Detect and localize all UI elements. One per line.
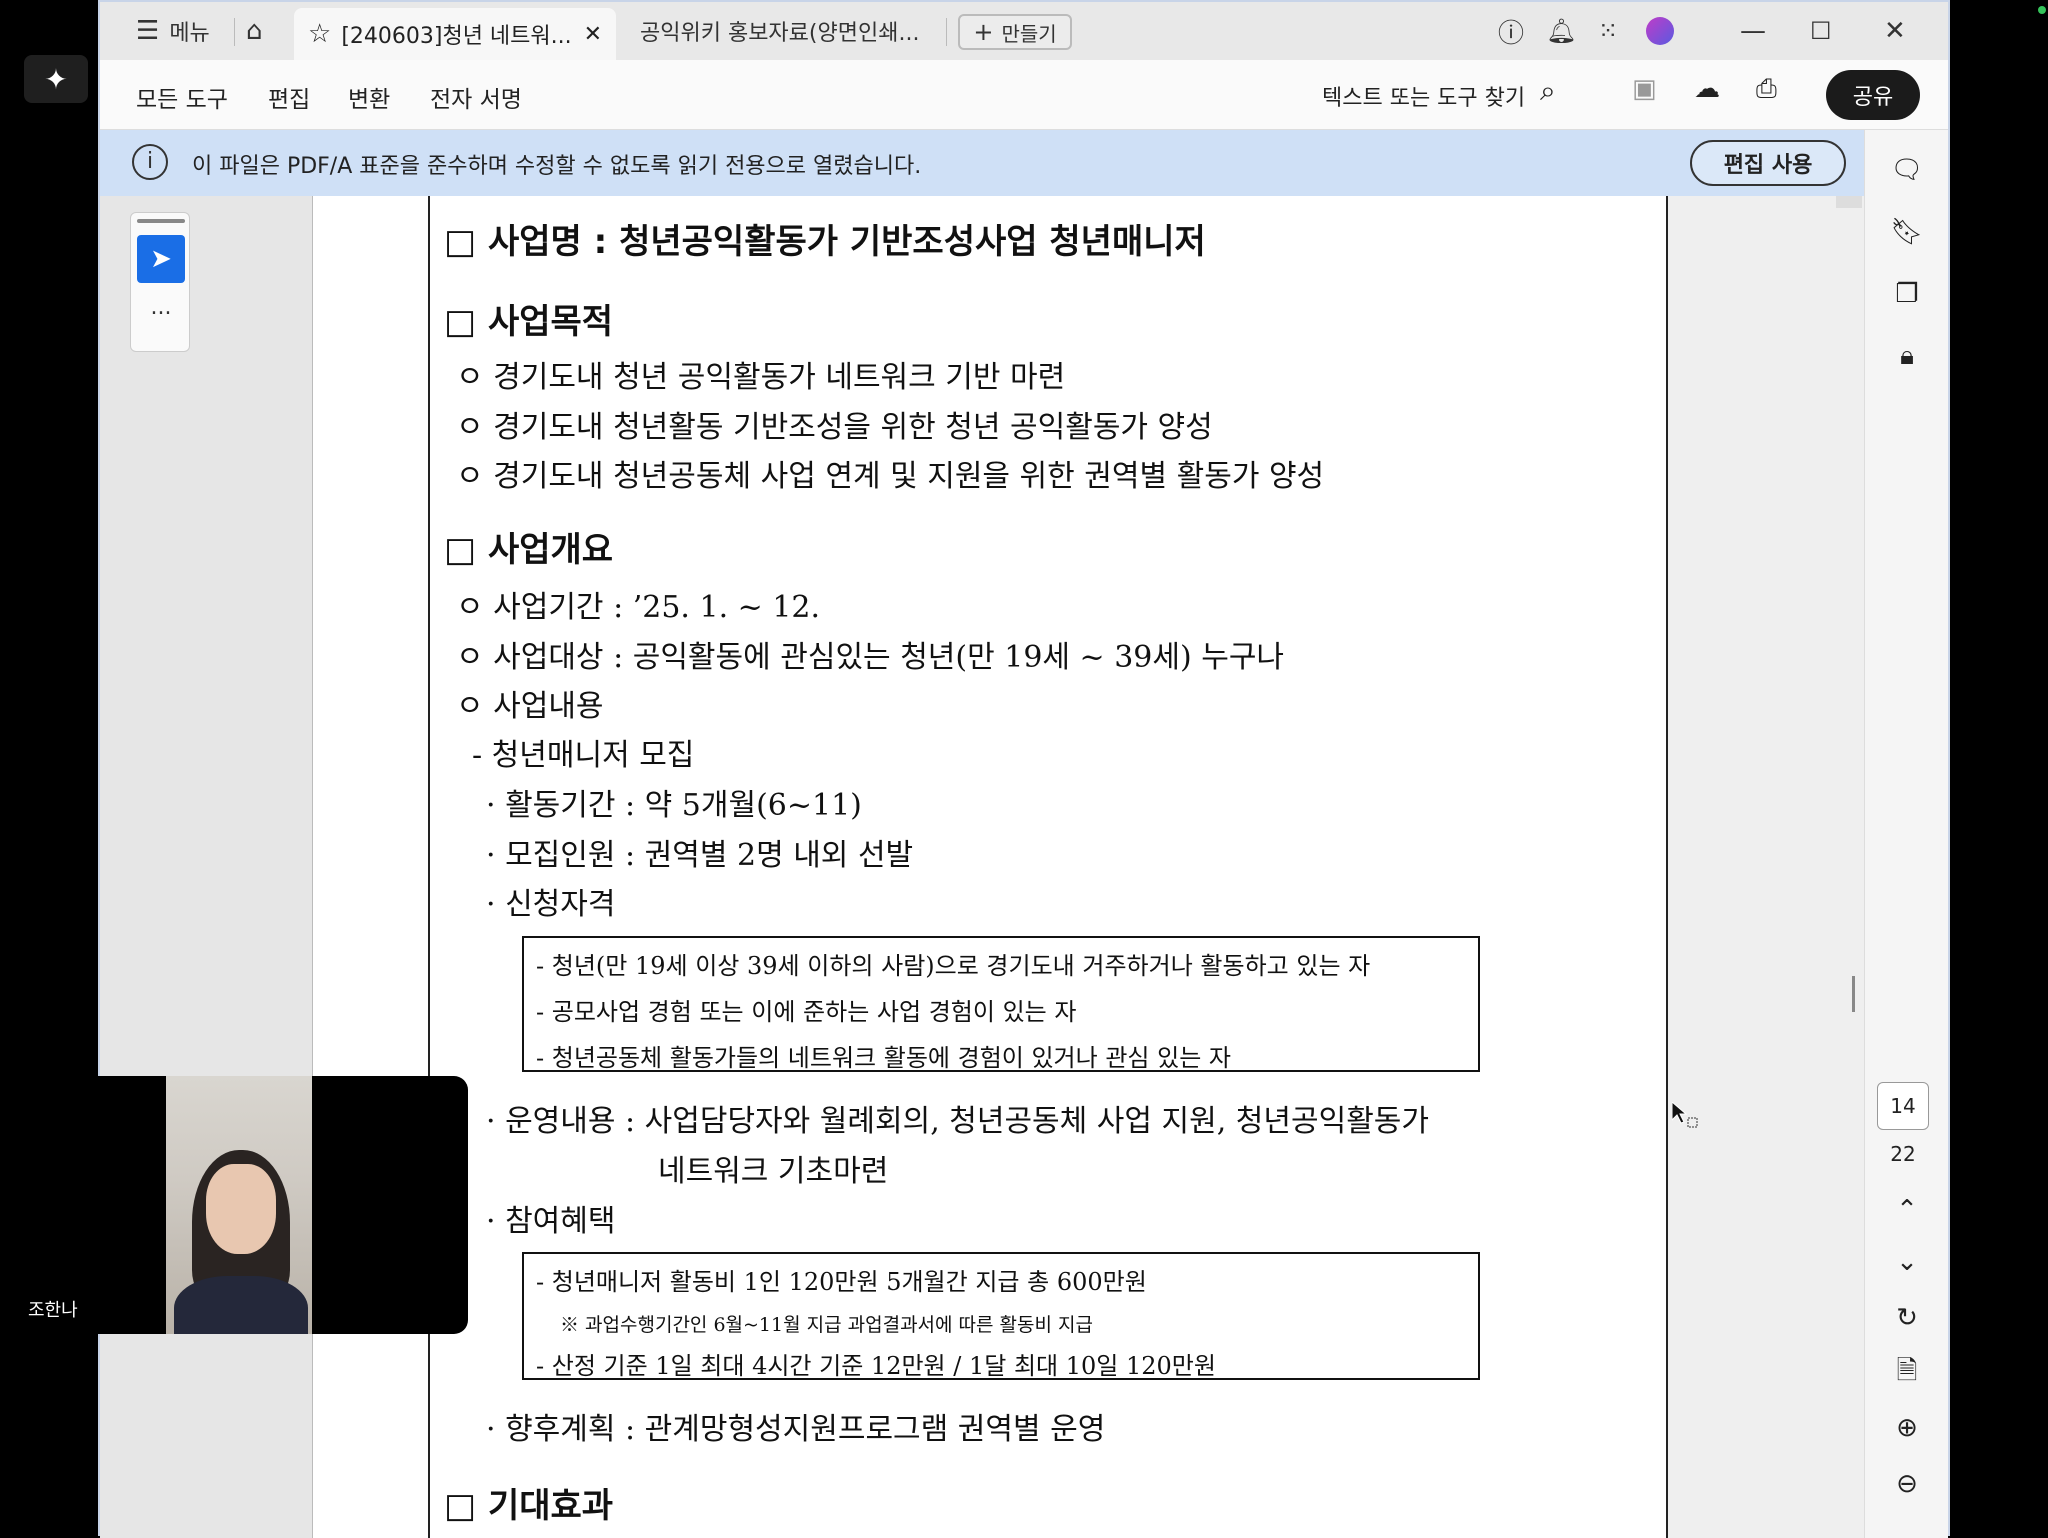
doc-text: · 참여혜택 — [486, 1204, 616, 1239]
doc-note: ※ 과업수행기간인 6월~11월 지급 과업결과서에 따른 활동비 지급 — [560, 1314, 1093, 1336]
info-message: 이 파일은 PDF/A 표준을 준수하며 수정할 수 없도록 읽기 전용으로 열… — [192, 154, 922, 179]
current-page-input[interactable]: 14 — [1877, 1082, 1929, 1130]
hamburger-icon: ☰ — [136, 16, 160, 46]
doc-text: · 신청자격 — [486, 887, 616, 922]
bookmark-icon[interactable]: 🔖︎ — [1889, 214, 1925, 250]
doc-text: ㅇ 경기도내 청년 공익활동가 네트워크 기반 마련 — [456, 360, 1066, 395]
scrollbar-cap[interactable] — [1836, 196, 1862, 208]
apps-grid-icon[interactable]: ⁙ — [1598, 2, 1618, 60]
participant-video — [166, 1076, 312, 1334]
doc-text: - 청년매니저 활동비 1인 120만원 5개월간 지급 총 600만원 — [536, 1268, 1147, 1296]
refresh-icon[interactable]: ↻ — [1889, 1300, 1925, 1336]
zoom-in-icon[interactable]: ⊕ — [1889, 1410, 1925, 1446]
doc-text: · 모집인원 : 권역별 2명 내외 선발 — [486, 838, 914, 873]
tab-title: 공익위키 홍보자료(양면인쇄... — [640, 21, 920, 46]
benefits-box: - 청년매니저 활동비 1인 120만원 5개월간 지급 총 600만원 ※ 과… — [522, 1252, 1480, 1380]
main-toolbar: 모든 도구 편집 변환 전자 서명 텍스트 또는 도구 찾기 ⌕ ▣ ☁ ⎙ 공… — [100, 60, 1948, 130]
right-rail: 🗨︎ 🔖︎ ❐ 🔒︎ 14 22 ⌃ ⌄ ↻ 🗎︎ ⊕ ⊖ — [1864, 130, 1948, 1538]
doc-text: ㅇ 사업기간 : ’25. 1. ~ 12. — [456, 590, 821, 625]
tab-bar: ☰ 메뉴 ⌂ ☆ [240603]청년 네트워... ✕ 공익위키 홍보자료(양… — [100, 2, 1948, 60]
plus-icon: + — [973, 18, 994, 46]
upload-cloud-icon[interactable]: ☁ — [1694, 74, 1720, 104]
scrollbar-thumb[interactable] — [1852, 976, 1855, 1012]
page-fit-icon[interactable]: 🗎︎ — [1889, 1356, 1925, 1392]
status-dot — [2038, 6, 2046, 14]
document-area: ➤ ... □ 사업명 : 청년공익활동가 기반조성사업 청년매니저 □ 사업목… — [100, 196, 1864, 1538]
video-participant-tile[interactable] — [98, 1076, 468, 1334]
doc-text: · 향후계획 : 관계망형성지원프로그램 권역별 운영 — [486, 1412, 1106, 1447]
drag-handle[interactable] — [137, 219, 185, 223]
readonly-info-bar: i 이 파일은 PDF/A 표준을 준수하며 수정할 수 없도록 읽기 전용으로… — [100, 130, 1864, 196]
bell-icon[interactable]: 🔔︎ — [1546, 2, 1576, 60]
doc-text: ㅇ 경기도내 청년활동 기반조성을 위한 청년 공익활동가 양성 — [456, 410, 1213, 445]
select-cursor-icon[interactable]: ➤ — [137, 235, 185, 283]
close-tab-icon[interactable]: ✕ — [584, 22, 602, 47]
close-window-icon[interactable]: ✕ — [1884, 2, 1906, 60]
doc-heading-business-name: □ 사업명 : 청년공익활동가 기반조성사업 청년매니저 — [444, 222, 1206, 262]
pdf-page: □ 사업명 : 청년공익활동가 기반조성사업 청년매니저 □ 사업목적 ㅇ 경기… — [428, 196, 1668, 1538]
star-icon[interactable]: ☆ — [308, 19, 331, 49]
menu-convert[interactable]: 변환 — [348, 80, 390, 114]
menu-edit[interactable]: 편집 — [268, 80, 310, 114]
doc-text: - 산정 기준 1일 최대 4시간 기준 12만원 / 1달 최대 10일 12… — [536, 1352, 1216, 1380]
right-black-margin — [1950, 0, 2048, 1536]
minimize-icon[interactable]: — — [1740, 2, 1766, 60]
more-tools-icon[interactable]: ... — [131, 295, 191, 320]
help-icon[interactable]: ⓘ — [1498, 2, 1524, 60]
menu-all-tools[interactable]: 모든 도구 — [136, 80, 228, 114]
maximize-icon[interactable]: ☐ — [1810, 2, 1832, 60]
chevron-up-icon[interactable]: ⌃ — [1889, 1192, 1925, 1228]
find-text-or-tools[interactable]: 텍스트 또는 도구 찾기 — [1322, 80, 1525, 112]
mouse-cursor-icon — [1672, 1102, 1698, 1128]
doc-heading-expected-effects: □ 기대효과 — [444, 1486, 614, 1526]
eligibility-box: - 청년(만 19세 이상 39세 이하의 사람)으로 경기도내 거주하거나 활… — [522, 936, 1480, 1072]
protect-icon[interactable]: 🔒︎ — [1889, 338, 1925, 374]
total-pages: 22 — [1890, 1142, 1916, 1166]
home-icon[interactable]: ⌂ — [246, 2, 263, 60]
chevron-down-icon[interactable]: ⌄ — [1889, 1244, 1925, 1280]
doc-text: · 활동기간 : 약 5개월(6~11) — [486, 788, 862, 823]
menu-button[interactable]: ☰ 메뉴 — [136, 2, 210, 60]
doc-text: ㅇ 경기도내 청년공동체 사업 연계 및 지원을 위한 권역별 활동가 양성 — [456, 459, 1325, 494]
enable-editing-button[interactable]: 편집 사용 — [1690, 140, 1846, 186]
participant-name: 조한나 — [28, 1300, 78, 1321]
search-icon[interactable]: ⌕ — [1540, 74, 1556, 108]
doc-text: - 청년(만 19세 이상 39세 이하의 사람)으로 경기도내 거주하거나 활… — [536, 952, 1371, 980]
participant-face — [206, 1164, 276, 1254]
participant-body — [174, 1276, 308, 1334]
new-tab-label: 만들기 — [1001, 21, 1057, 46]
menu-label: 메뉴 — [169, 21, 210, 46]
ai-assistant-icon[interactable]: ✦ — [24, 55, 88, 103]
zoom-out-icon[interactable]: ⊖ — [1889, 1466, 1925, 1502]
doc-text: 네트워크 기초마련 — [658, 1154, 889, 1189]
info-icon: i — [132, 144, 168, 180]
quick-tools-panel: ➤ ... — [130, 212, 190, 352]
new-tab-button[interactable]: + 만들기 — [958, 14, 1072, 50]
doc-heading-overview: □ 사업개요 — [444, 530, 614, 570]
doc-text: · 운영내용 : 사업담당자와 월례회의, 청년공동체 사업 지원, 청년공익활… — [486, 1104, 1430, 1139]
avatar[interactable] — [1646, 2, 1674, 60]
doc-text: ㅇ 사업내용 — [456, 689, 604, 724]
tab-active-document[interactable]: ☆ [240603]청년 네트워... ✕ — [294, 8, 616, 60]
pages-icon[interactable]: ❐ — [1889, 276, 1925, 312]
tab-title: [240603]청년 네트워... — [341, 24, 572, 49]
doc-text: ㅇ 사업대상 : 공익활동에 관심있는 청년(만 19세 ~ 39세) 누구나 — [456, 640, 1285, 675]
share-button[interactable]: 공유 — [1826, 70, 1920, 120]
doc-text: - 청년공동체 활동가들의 네트워크 활동에 경험이 있거나 관심 있는 자 — [536, 1044, 1232, 1072]
doc-text: - 공모사업 경험 또는 이에 준하는 사업 경험이 있는 자 — [536, 998, 1077, 1026]
save-icon[interactable]: ▣ — [1632, 74, 1657, 104]
menu-e-sign[interactable]: 전자 서명 — [430, 80, 522, 114]
doc-heading-purpose: □ 사업목적 — [444, 302, 614, 342]
print-icon[interactable]: ⎙ — [1756, 74, 1777, 105]
doc-text: - 청년매니저 모집 — [472, 738, 695, 773]
comment-icon[interactable]: 🗨︎ — [1889, 152, 1925, 188]
